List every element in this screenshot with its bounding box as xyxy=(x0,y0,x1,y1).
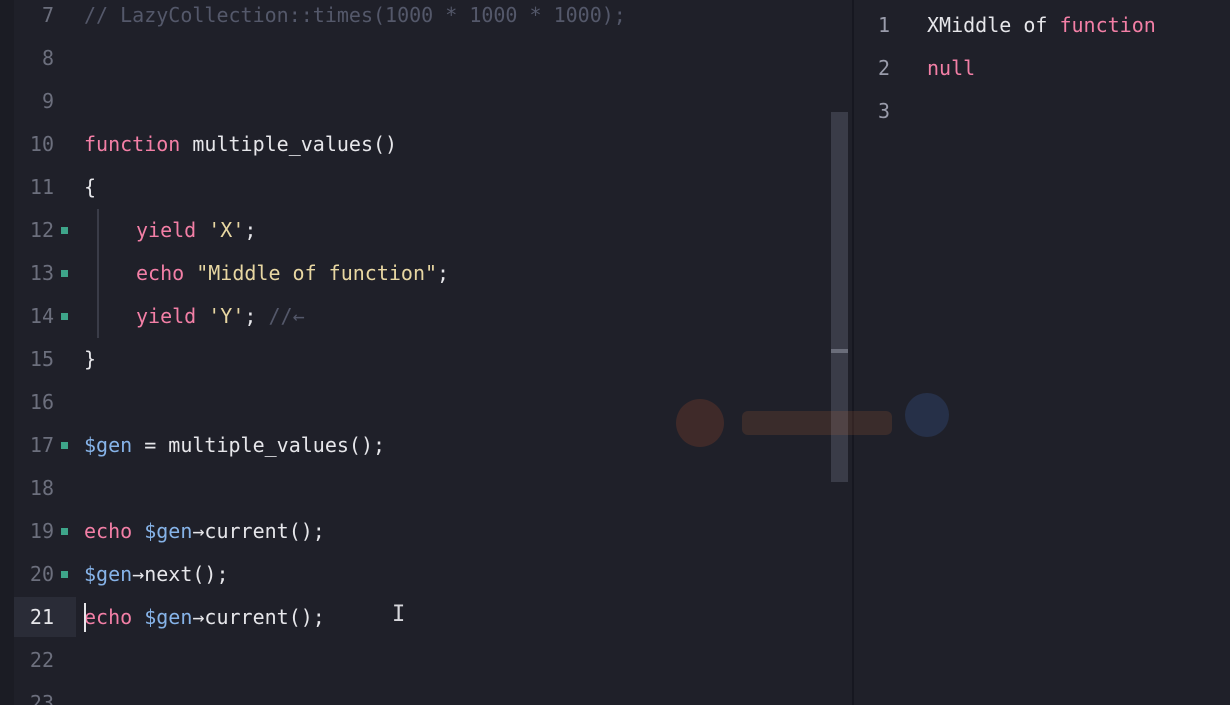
output-token: XMiddle of xyxy=(927,13,1060,37)
code-token: yield xyxy=(136,304,197,328)
code-line[interactable]: 15} xyxy=(0,338,830,381)
code-text: // LazyCollection::times(1000 * 1000 * 1… xyxy=(84,0,626,37)
modified-line-marker xyxy=(61,227,68,234)
line-number: 23 xyxy=(29,691,54,705)
output-token: function xyxy=(1059,13,1156,37)
output-panel: 1 XMiddle of function 2 null 3 xyxy=(854,0,1230,705)
modified-line-marker xyxy=(61,528,68,535)
code-token: ; xyxy=(244,304,269,328)
code-line[interactable]: 19 echo $gen→current(); xyxy=(0,510,830,553)
output-line-number: 2 xyxy=(878,56,891,80)
code-line[interactable]: 11 { xyxy=(0,166,830,209)
editor-scrollbar-marker xyxy=(831,349,848,353)
code-token: yield xyxy=(136,218,197,242)
modified-line-marker xyxy=(61,442,68,449)
code-text: } xyxy=(84,338,96,381)
code-text: { xyxy=(84,166,96,209)
code-token: $gen xyxy=(84,562,133,586)
indent-guide xyxy=(97,252,99,295)
line-number: 21 xyxy=(29,605,54,629)
line-number: 14 xyxy=(29,304,54,328)
code-token: echo xyxy=(84,519,133,543)
line-number: 7 xyxy=(41,3,54,27)
code-token: echo xyxy=(136,261,185,285)
output-line-number: 3 xyxy=(878,99,891,123)
output-line-number: 1 xyxy=(878,13,891,37)
modified-line-marker xyxy=(61,313,68,320)
line-number: 19 xyxy=(29,519,54,543)
code-line[interactable]: 20 $gen→next(); xyxy=(0,553,830,596)
output-text: XMiddle of function xyxy=(927,4,1156,47)
code-token: $gen xyxy=(144,519,193,543)
code-token: 'Y' xyxy=(208,304,245,328)
code-token: $gen xyxy=(144,605,193,629)
code-token: function xyxy=(84,132,181,156)
output-line: 3 xyxy=(854,90,1230,133)
line-number: 9 xyxy=(41,89,54,113)
code-text: $gen→next(); xyxy=(84,553,229,596)
code-text: function multiple_values() xyxy=(84,123,397,166)
code-line[interactable]: 23 xyxy=(0,682,830,705)
line-number: 13 xyxy=(29,261,54,285)
text-caret xyxy=(84,603,86,632)
line-number: 12 xyxy=(29,218,54,242)
indent-guide xyxy=(97,295,99,338)
code-text: echo $gen→current(); xyxy=(84,510,325,553)
line-number: 16 xyxy=(29,390,54,414)
code-token: →current(); xyxy=(192,605,325,629)
modified-line-marker xyxy=(61,270,68,277)
watermark-logo xyxy=(676,393,949,447)
code-token: ; xyxy=(244,218,257,242)
code-token: multiple_values() xyxy=(180,132,398,156)
code-line[interactable]: 18 xyxy=(0,467,830,510)
code-line[interactable]: 22 xyxy=(0,639,830,682)
indent-guide xyxy=(97,209,99,252)
code-text: $gen = multiple_values(); xyxy=(84,424,385,467)
code-token: //← xyxy=(268,304,305,328)
line-number: 11 xyxy=(29,175,54,199)
line-number: 18 xyxy=(29,476,54,500)
code-token: { xyxy=(84,175,97,199)
line-number: 22 xyxy=(29,648,54,672)
output-line: 2 null xyxy=(854,47,1230,90)
line-number: 8 xyxy=(41,46,54,70)
code-line[interactable]: 10 function multiple_values() xyxy=(0,123,830,166)
code-token: $gen xyxy=(84,433,133,457)
output-text: null xyxy=(927,47,975,90)
code-token: 'X' xyxy=(208,218,245,242)
code-line[interactable]: 13 echo "Middle of function"; xyxy=(0,252,830,295)
code-line[interactable]: 12 yield 'X'; xyxy=(0,209,830,252)
code-token: } xyxy=(84,347,97,371)
code-text: yield 'Y'; //← xyxy=(136,295,305,338)
modified-line-marker xyxy=(61,571,68,578)
code-text: echo $gen→current(); xyxy=(84,596,325,639)
code-token: // LazyCollection::times(1000 * 1000 * 1… xyxy=(84,3,626,27)
code-token: echo xyxy=(84,605,133,629)
line-number: 10 xyxy=(29,132,54,156)
code-line[interactable]: 9 xyxy=(0,80,830,123)
line-number: 15 xyxy=(29,347,54,371)
code-token: ; xyxy=(437,261,450,285)
output-line: 1 XMiddle of function xyxy=(854,4,1230,47)
code-token: →next(); xyxy=(132,562,229,586)
text-cursor-ibeam-icon: I xyxy=(392,602,406,627)
code-line[interactable]: 14 yield 'Y'; //← xyxy=(0,295,830,338)
code-token: "Middle of function" xyxy=(196,261,438,285)
code-line[interactable]: 21 echo $gen→current(); xyxy=(0,596,830,639)
code-token: →current(); xyxy=(192,519,325,543)
output-token: null xyxy=(927,56,976,80)
code-editor[interactable]: 7 // LazyCollection::times(1000 * 1000 * … xyxy=(0,0,852,705)
code-token: = multiple_values(); xyxy=(132,433,386,457)
line-number: 17 xyxy=(29,433,54,457)
code-line[interactable]: 8 xyxy=(0,37,830,80)
code-text: yield 'X'; xyxy=(136,209,256,252)
code-line[interactable]: 7 // LazyCollection::times(1000 * 1000 * … xyxy=(0,0,830,37)
code-text: echo "Middle of function"; xyxy=(136,252,449,295)
line-number: 20 xyxy=(29,562,54,586)
